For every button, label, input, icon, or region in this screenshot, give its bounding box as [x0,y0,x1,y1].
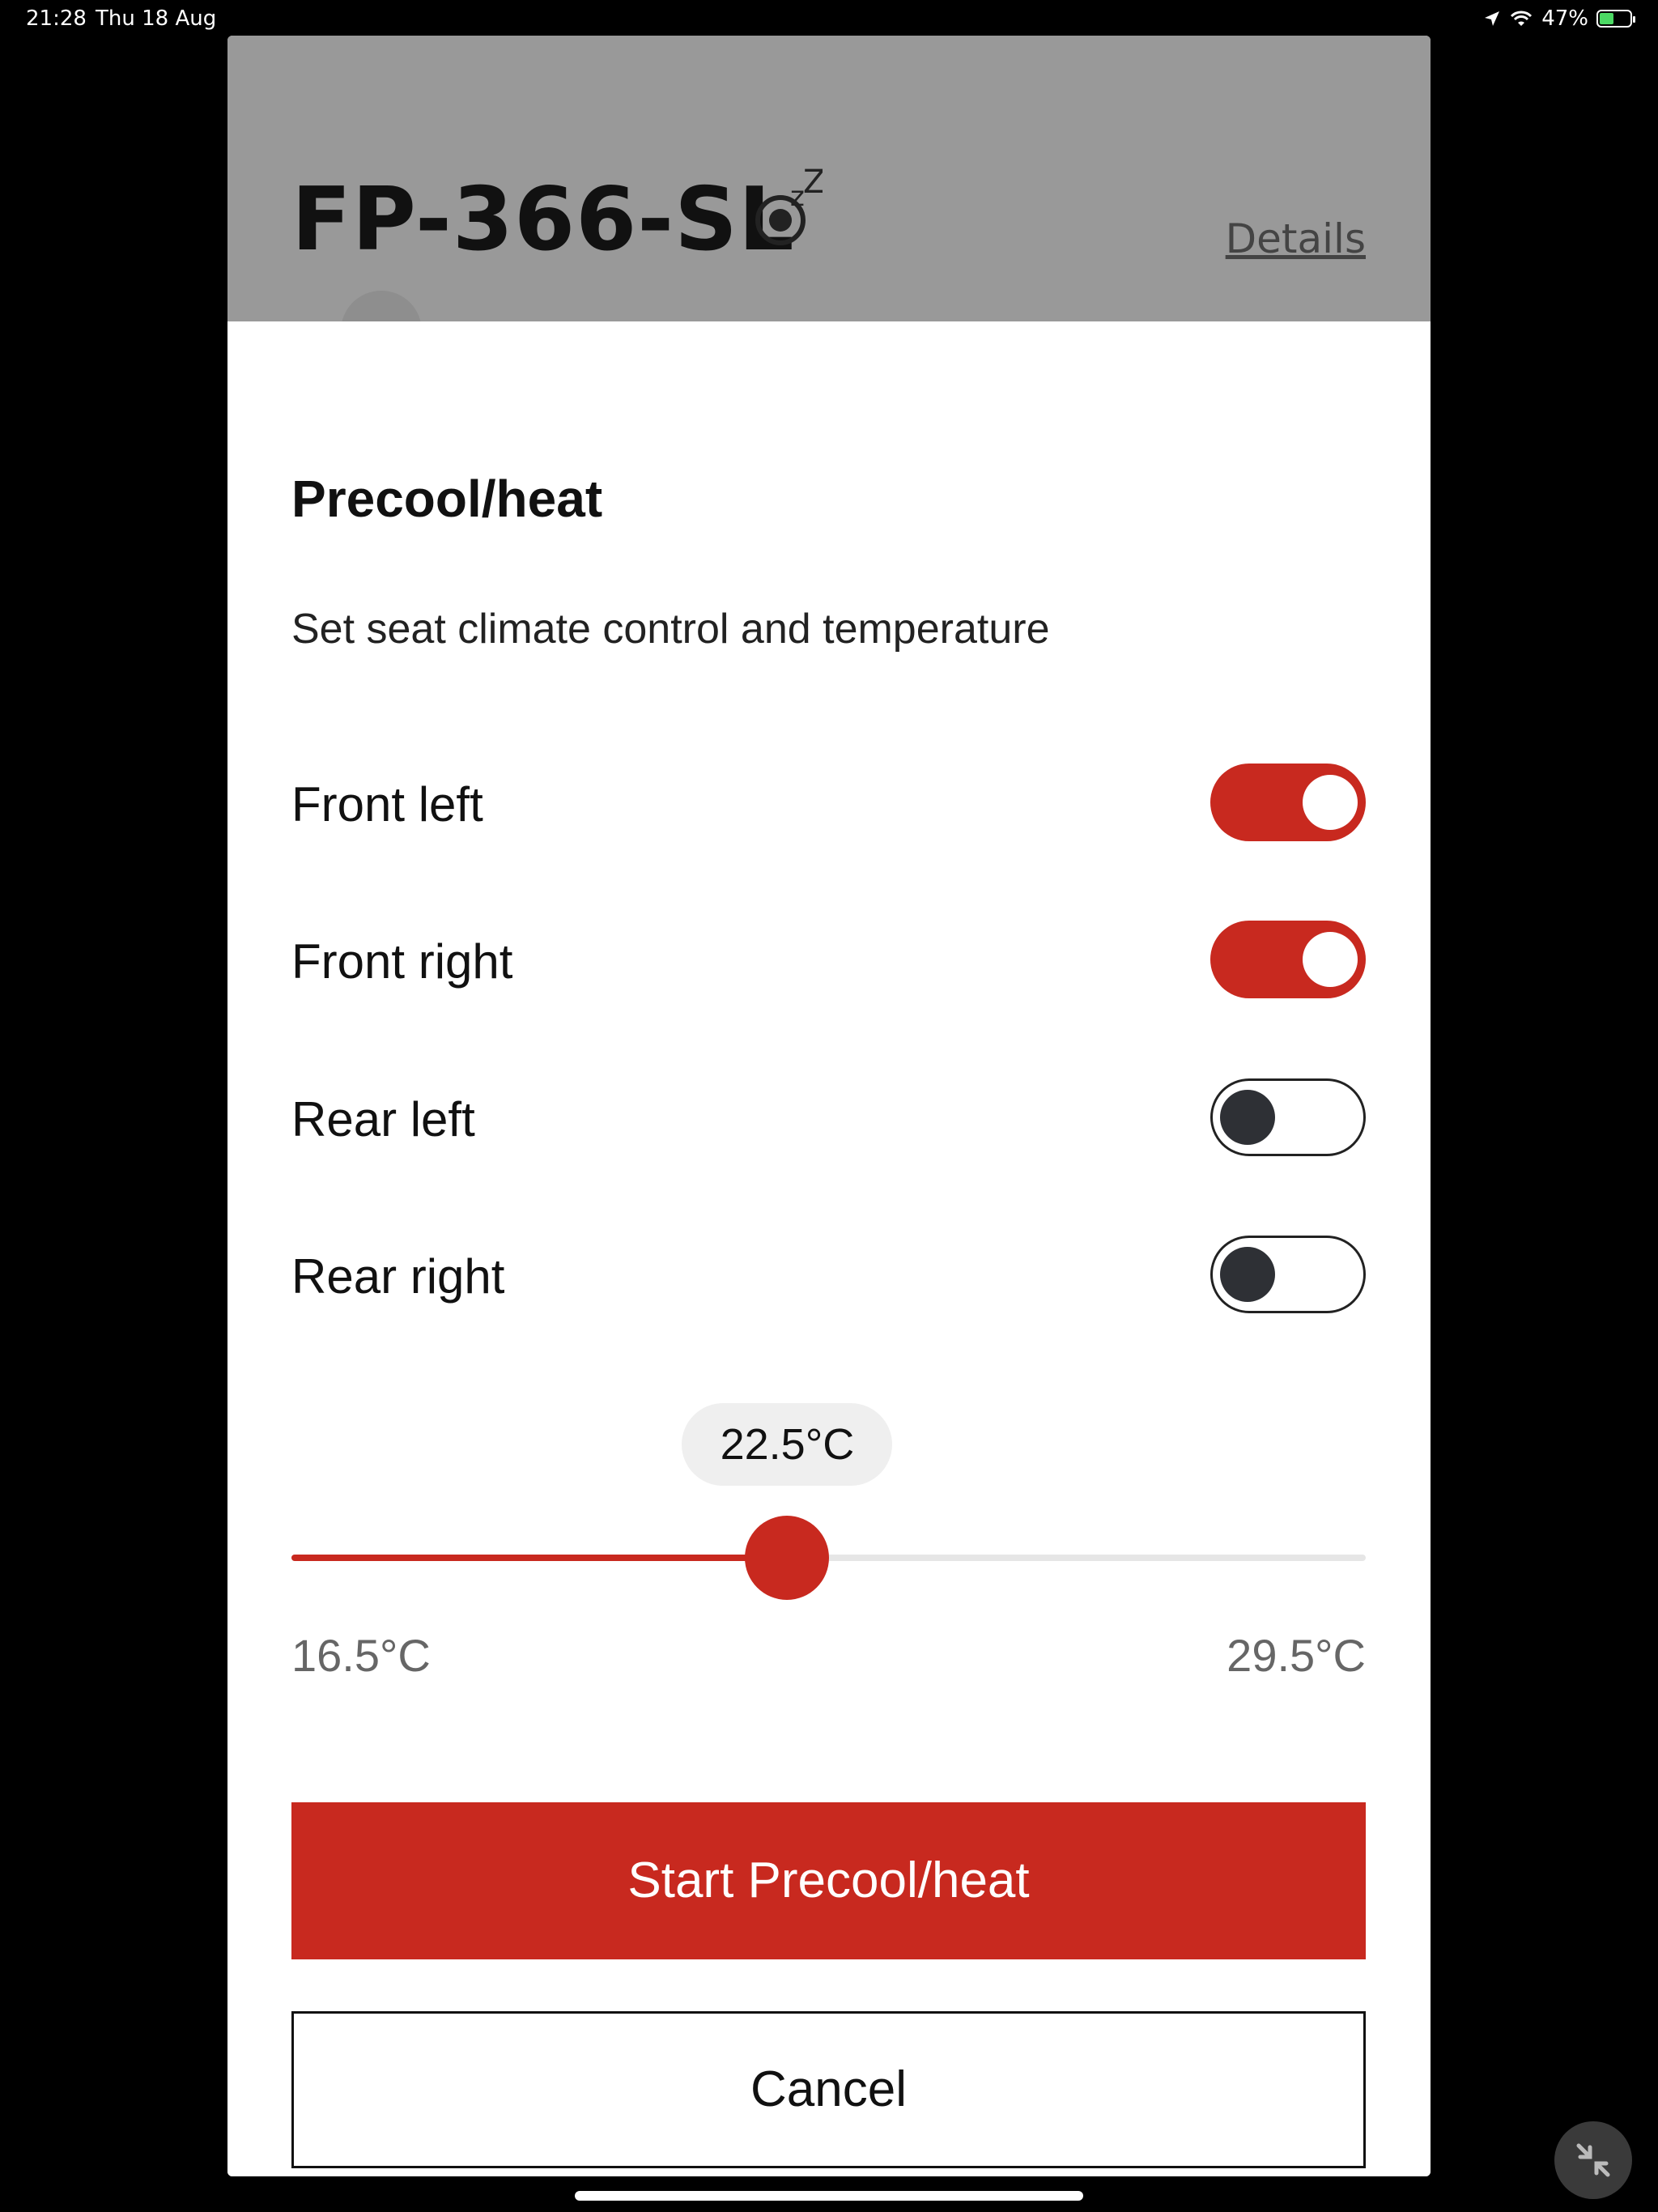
seat-toggle-rear-right[interactable] [1210,1236,1366,1313]
temperature-slider-fill [291,1555,788,1561]
seat-toggle-rear-left[interactable] [1210,1078,1366,1156]
details-link[interactable]: Details [1226,215,1366,262]
collapse-button[interactable] [1554,2121,1632,2199]
seat-label: Rear right [291,1249,505,1304]
collapse-arrows-icon [1576,2143,1610,2177]
seat-row-rear-left: Rear left [291,1078,1366,1156]
seat-row-front-left: Front left [291,764,1366,841]
toggle-knob [1303,932,1358,987]
status-date: Thu 18 Aug [96,6,217,31]
status-time: 21:28 [26,6,87,31]
svg-text:Z: Z [803,165,823,201]
seat-label: Rear left [291,1092,475,1146]
seat-label: Front left [291,777,483,832]
seat-row-front-right: Front right [291,921,1366,998]
cancel-button[interactable]: Cancel [291,2011,1366,2168]
status-icons: 47% [1483,6,1635,31]
battery-charging-icon [1596,10,1635,28]
location-arrow-icon [1485,11,1500,26]
temperature-value-bubble: 22.5°C [682,1403,893,1486]
vehicle-header: FP-366-SL z Z Details [227,36,1431,372]
toggle-knob [1303,775,1358,830]
toggle-knob [1220,1247,1275,1302]
battery-level-fill [1600,13,1613,24]
sleep-icon: z Z [755,165,823,245]
sheet-subtitle: Set seat climate control and temperature [291,606,1050,653]
temperature-slider-thumb[interactable] [745,1516,830,1600]
status-bar: 21:28 Thu 18 Aug 47% [0,0,1658,39]
battery-percent: 47% [1541,6,1588,31]
seat-label: Front right [291,934,513,989]
precool-sheet: Precool/heat Set seat climate control an… [227,321,1431,2176]
vehicle-plate: FP-366-SL [291,169,795,270]
start-precool-button[interactable]: Start Precool/heat [291,1802,1366,1959]
wifi-icon [1511,11,1533,26]
seat-toggle-front-left[interactable] [1210,764,1366,841]
precool-modal: FP-366-SL z Z Details Precool/heat Set s… [227,36,1431,2176]
seat-row-rear-right: Rear right [291,1236,1366,1313]
toggle-knob [1220,1090,1275,1145]
seat-toggle-front-right[interactable] [1210,921,1366,998]
temperature-min-label: 16.5°C [291,1630,431,1681]
temperature-max-label: 29.5°C [1226,1630,1366,1681]
home-indicator[interactable] [575,2191,1083,2201]
sheet-title: Precool/heat [291,470,603,528]
